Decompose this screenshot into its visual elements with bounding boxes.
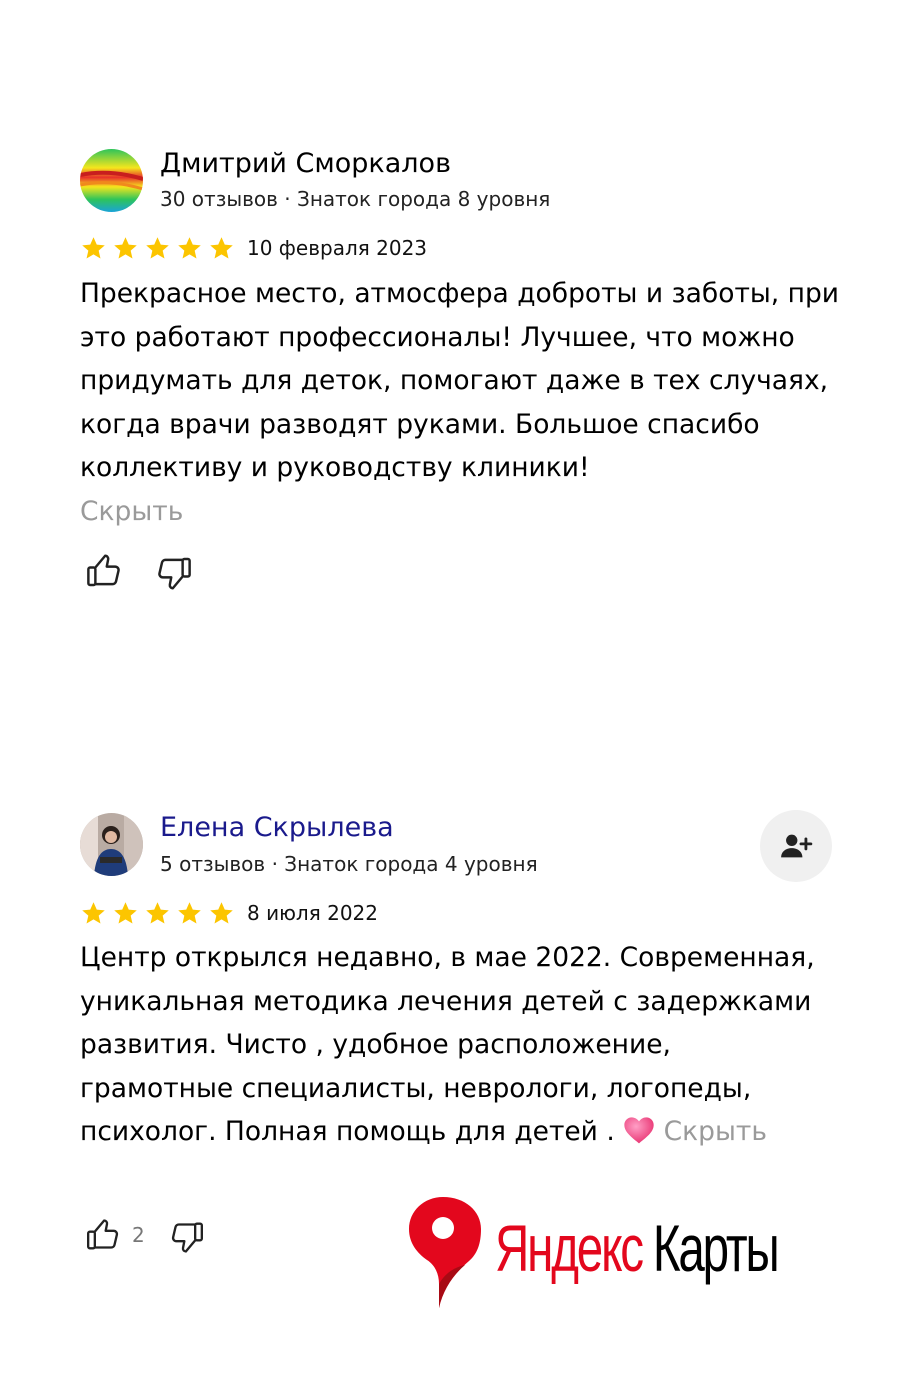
star-icon [178, 237, 201, 259]
rating-stars [80, 235, 235, 262]
star-icon [210, 902, 233, 924]
avatar[interactable] [80, 149, 143, 212]
star-icon [146, 237, 169, 259]
thumb-up-icon [87, 1219, 119, 1250]
map-pin-icon [409, 1197, 481, 1308]
rating-stars [80, 900, 235, 927]
add-friend-icon [781, 834, 813, 858]
like-count: 2 [132, 1223, 145, 1247]
brand-name: Яндекс Карты [495, 1203, 780, 1293]
star-icon [114, 902, 137, 924]
dislike-button[interactable] [152, 552, 194, 594]
brand-part1: Яндекс [495, 1211, 644, 1285]
author-meta: 30 отзывов · Знаток города 8 уровня [160, 187, 551, 211]
star-icon [114, 237, 137, 259]
dislike-button[interactable] [166, 1217, 206, 1257]
hide-button[interactable]: Скрыть [80, 496, 183, 527]
star-icon [82, 902, 105, 924]
like-button[interactable]: 2 [84, 1215, 145, 1255]
brand-part2: Карты [652, 1211, 780, 1285]
review-date: 10 февраля 2023 [247, 236, 428, 260]
review-body: Прекрасное место, атмосфера доброты и за… [80, 278, 840, 483]
review-text: Прекрасное место, атмосфера доброты и за… [80, 272, 840, 533]
author-name[interactable]: Дмитрий Сморкалов [160, 148, 451, 180]
review-text: Центр открылся недавно, в мае 2022. Совр… [80, 936, 820, 1154]
like-button[interactable] [84, 550, 126, 592]
review-date: 8 июля 2022 [247, 901, 378, 925]
star-icon [178, 902, 201, 924]
author-name[interactable]: Елена Скрылева [160, 812, 394, 844]
hide-button[interactable]: Скрыть [664, 1116, 767, 1147]
avatar[interactable] [80, 813, 143, 876]
author-meta: 5 отзывов · Знаток города 4 уровня [160, 852, 538, 876]
thumb-down-icon [158, 557, 191, 590]
thumb-down-icon [171, 1222, 203, 1253]
add-friend-button[interactable] [760, 810, 832, 882]
star-icon [210, 237, 233, 259]
heart-emoji [624, 1117, 654, 1144]
star-icon [82, 237, 105, 259]
yandex-maps-logo: Яндекс Карты [405, 1195, 855, 1320]
thumb-up-icon [87, 554, 120, 587]
star-icon [146, 902, 169, 924]
